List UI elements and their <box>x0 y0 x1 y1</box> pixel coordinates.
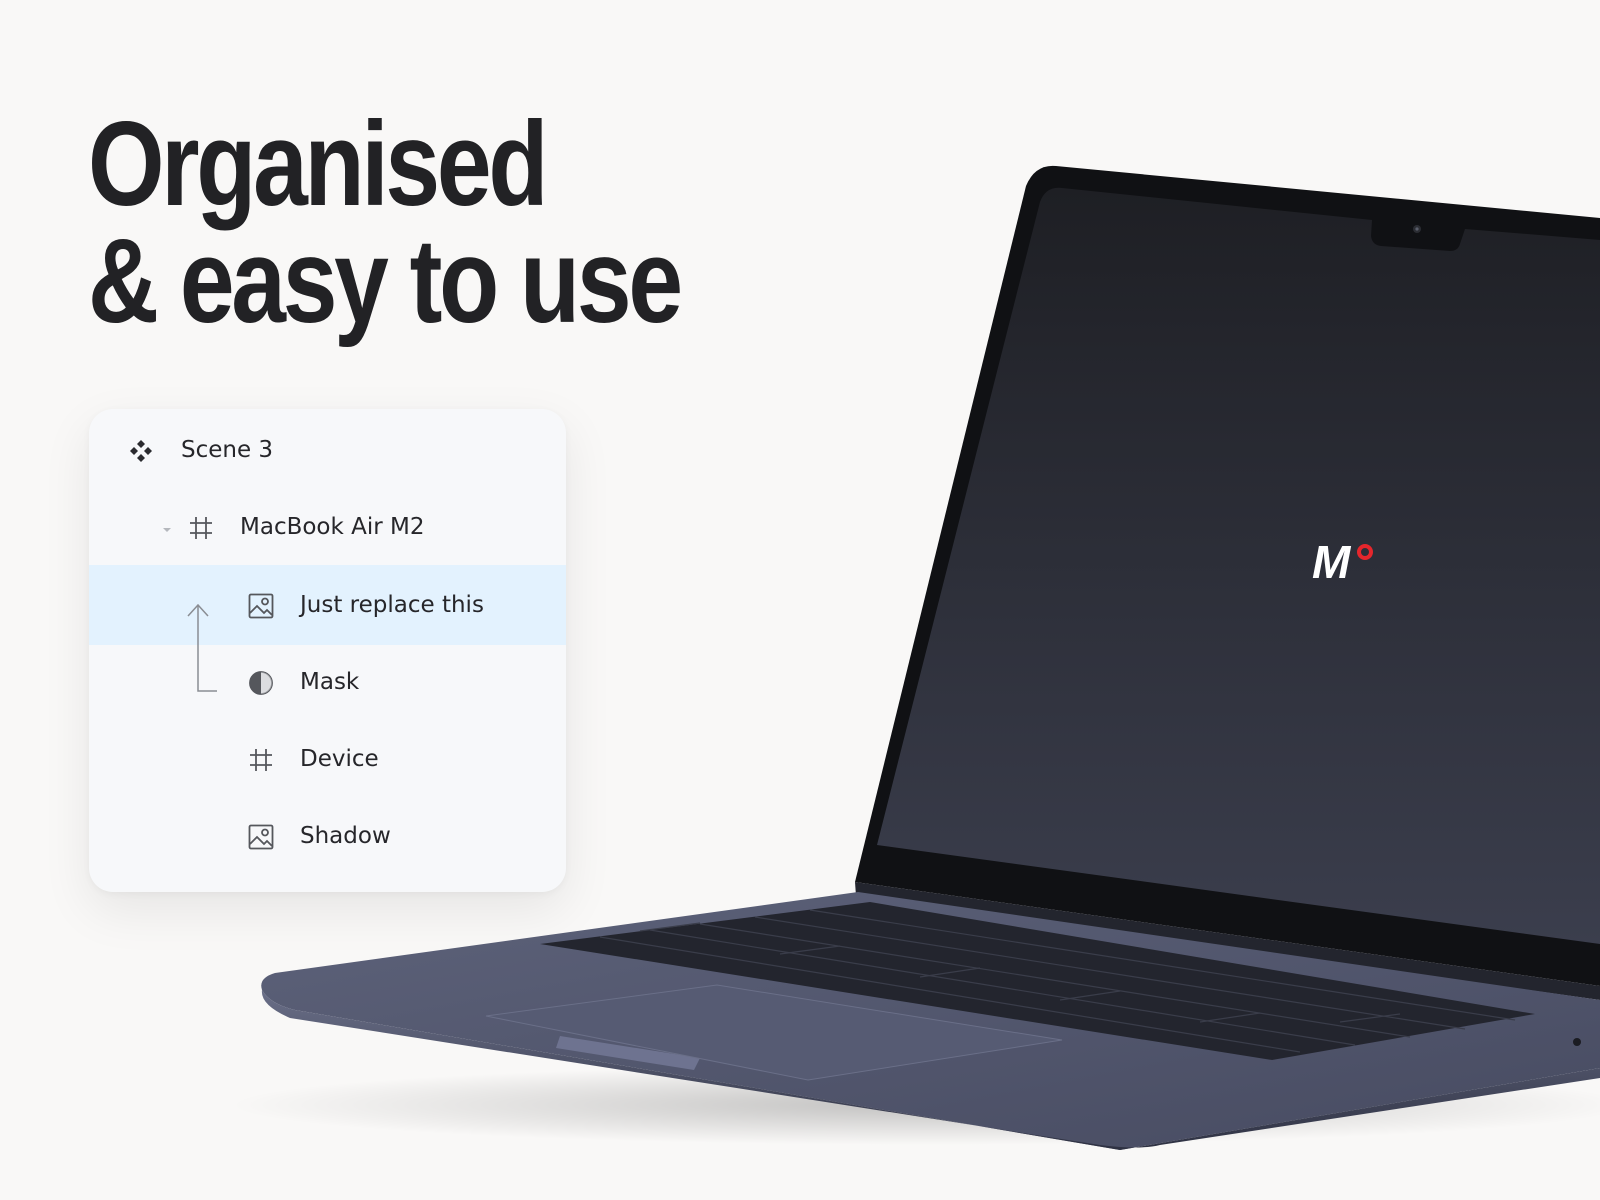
camera-lens <box>1415 227 1419 231</box>
headphone-port <box>1573 1038 1581 1046</box>
screen-logo: M <box>1312 536 1352 588</box>
laptop-screen <box>877 187 1600 944</box>
macbook-illustration: M <box>230 165 1600 1150</box>
